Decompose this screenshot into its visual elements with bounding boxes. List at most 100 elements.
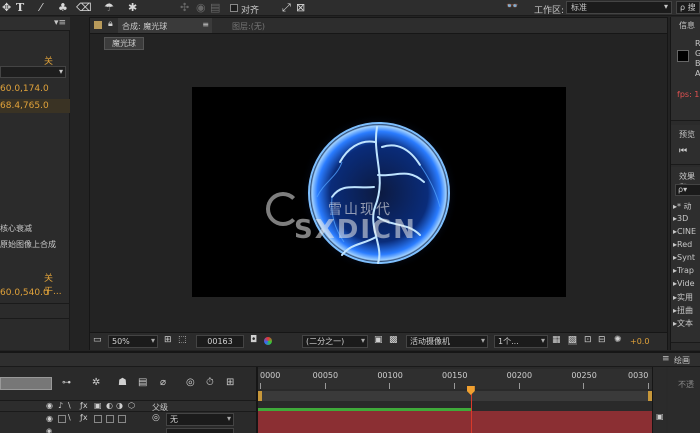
parent-select[interactable]	[166, 428, 234, 433]
current-time-field[interactable]: 00163	[196, 335, 244, 348]
effects-category[interactable]: ▸实用	[673, 292, 700, 305]
workspace-select[interactable]: 标准 ▾	[566, 1, 672, 14]
fast-preview-icon[interactable]: ▧	[568, 336, 577, 345]
brainstorm-icon[interactable]: ⏱︎	[206, 378, 214, 388]
layer-audio-box[interactable]	[58, 415, 66, 423]
time-ruler[interactable]: 0000 00050 00100 00150 00200 00250 0030	[258, 369, 652, 389]
graph-editor-icon[interactable]: ◎	[186, 378, 195, 388]
layer-row[interactable]: ◉	[0, 428, 256, 433]
effects-search-input[interactable]: ρ▾	[675, 184, 700, 196]
roto-brush-tool-icon[interactable]: ☂	[104, 1, 114, 14]
tab-layer[interactable]: 图层:(无)	[232, 21, 265, 32]
motion-blur-icon[interactable]: ⌀	[160, 378, 166, 388]
layer-fx-icon[interactable]: ƒx	[80, 414, 88, 422]
panel-menu-icon[interactable]: ≡	[662, 354, 670, 364]
timeline-toggle-icon[interactable]: ⊡	[584, 336, 592, 345]
show-channel-icon[interactable]	[264, 337, 272, 345]
timeline-side-scroll[interactable]: ▣	[652, 367, 666, 433]
pick-whip-icon[interactable]: ◎	[152, 414, 160, 423]
ruler-tick	[454, 383, 455, 389]
parent-select[interactable]: 无	[166, 413, 234, 426]
magnification-select[interactable]: 50%	[108, 335, 158, 348]
lock-icon[interactable]: 🔒︎	[108, 20, 113, 29]
effects-category[interactable]: ▸Red	[673, 240, 700, 253]
eraser-tool-icon[interactable]: ⌫	[76, 1, 92, 14]
comp-breadcrumb[interactable]: 魔光球	[104, 37, 144, 50]
vr-glasses-icon[interactable]: 👓	[506, 1, 518, 12]
video-eye-icon[interactable]: ◉	[46, 402, 53, 410]
pixel-aspect-icon[interactable]: ▦	[552, 336, 561, 345]
layer-row[interactable]: ◉ \ ƒx ◎ 无	[0, 413, 256, 427]
effects-category[interactable]: ▸* 动	[673, 201, 700, 214]
mask-visibility-icon[interactable]: ⬚	[178, 336, 187, 345]
safe-zones-icon[interactable]: ⊞	[164, 336, 172, 345]
region-of-interest-icon[interactable]: ▣	[374, 336, 383, 345]
draft-3d-icon[interactable]: ✲	[92, 378, 100, 388]
transparency-grid-icon[interactable]: ▩	[389, 336, 398, 345]
adjustment-switch-icon[interactable]: ◑	[116, 402, 123, 410]
composition-mini-flowchart-icon[interactable]: ⊶	[62, 379, 71, 388]
effects-category[interactable]: ▸文本	[673, 318, 700, 331]
point-value-1[interactable]: 60.0,174.0	[0, 84, 49, 94]
fx-switch-icon[interactable]: ƒx	[80, 402, 88, 410]
layer-duration-bar[interactable]	[258, 411, 652, 433]
effects-category[interactable]: ▸3D	[673, 214, 700, 227]
axis-mode-icon[interactable]: ✣	[180, 1, 189, 14]
ruler-tick-label: 00250	[571, 371, 597, 380]
audio-icon[interactable]: ♪	[58, 402, 63, 410]
resolution-select[interactable]: (二分之一)	[302, 335, 368, 348]
layer-blend-box[interactable]	[94, 415, 102, 423]
effect-dropdown[interactable]: ▾	[0, 66, 66, 78]
snap-options-icon[interactable]: ⤢	[282, 1, 291, 15]
selected-property-row[interactable]: 68.4,765.0	[0, 99, 70, 113]
exposure-value[interactable]: +0.0	[630, 337, 649, 346]
point-value-2[interactable]: 68.4,765.0	[0, 101, 49, 111]
panel-menu-icon[interactable]: ▾≡	[54, 18, 66, 28]
layer-visibility-icon[interactable]: ◉	[46, 415, 53, 423]
layer-visibility-icon[interactable]: ◉	[46, 428, 52, 433]
hand-tool-icon[interactable]: ✥	[2, 1, 11, 14]
frame-blend-switch-icon[interactable]: ▣	[94, 402, 102, 410]
layer-shy-icon[interactable]: \	[68, 414, 71, 422]
snapshot-camera-icon[interactable]: ◘	[250, 336, 257, 345]
skip-to-start-icon[interactable]: ⏮︎	[679, 147, 687, 156]
view-axis-icon[interactable]: ▤	[210, 1, 220, 14]
layer-adjust-box[interactable]	[118, 415, 126, 423]
work-area-start-handle[interactable]	[258, 391, 262, 401]
tab-composition[interactable]: 合成: 魔光球 ≡	[118, 18, 212, 33]
effects-category[interactable]: ▸CINE	[673, 227, 700, 240]
effects-category[interactable]: ▸Vide	[673, 279, 700, 292]
brush-tool-icon[interactable]: ⁄	[40, 1, 42, 14]
point-value-3[interactable]: 60.0,540.0	[0, 288, 49, 298]
snap-checkbox[interactable]	[230, 3, 238, 13]
effects-category[interactable]: ▸Trap	[673, 266, 700, 279]
shy-switch-icon[interactable]: \	[68, 402, 71, 410]
layer-mblur-box[interactable]	[106, 415, 114, 423]
motion-blur-switch-icon[interactable]: ◐	[106, 402, 113, 410]
hide-shy-layers-icon[interactable]: ☗	[118, 378, 127, 388]
live-update-icon[interactable]: ⊞	[226, 378, 234, 388]
always-preview-icon[interactable]: ▭	[93, 336, 102, 345]
work-area-bar[interactable]	[258, 391, 652, 401]
help-search-field[interactable]: ρ 搜	[676, 1, 700, 14]
exposure-reset-icon[interactable]: ✺	[614, 336, 622, 345]
flowchart-icon[interactable]: ⊟	[598, 336, 606, 345]
comp-button-icon[interactable]: ▣	[656, 413, 664, 421]
effects-category[interactable]: ▸Synt	[673, 253, 700, 266]
layer-search-input[interactable]	[0, 377, 52, 390]
text-tool-icon[interactable]: T	[16, 1, 24, 14]
composition-viewer[interactable]: 雪山现代 SXDICN	[192, 87, 566, 297]
tab-menu-icon[interactable]: ≡	[202, 20, 209, 29]
view-layout-select[interactable]: 1个...	[494, 335, 548, 348]
magnification-value: 50%	[112, 337, 130, 346]
effects-category[interactable]: ▸扭曲	[673, 305, 700, 318]
world-axis-icon[interactable]: ◉	[196, 1, 206, 14]
frame-blending-icon[interactable]: ▤	[138, 378, 147, 388]
puppet-pin-tool-icon[interactable]: ✱	[128, 1, 137, 14]
project-effects-panel: ▾≡ 关于... ▾ 60.0,174.0 68.4,765.0 核心衰减 原始…	[0, 17, 70, 350]
clone-stamp-tool-icon[interactable]: ♣	[58, 1, 68, 14]
3d-switch-icon[interactable]: ⬡	[128, 402, 135, 410]
search-label: 搜	[687, 3, 696, 12]
snap-feature-icon[interactable]: ⊠	[296, 1, 305, 14]
camera-select[interactable]: 活动摄像机	[406, 335, 488, 348]
